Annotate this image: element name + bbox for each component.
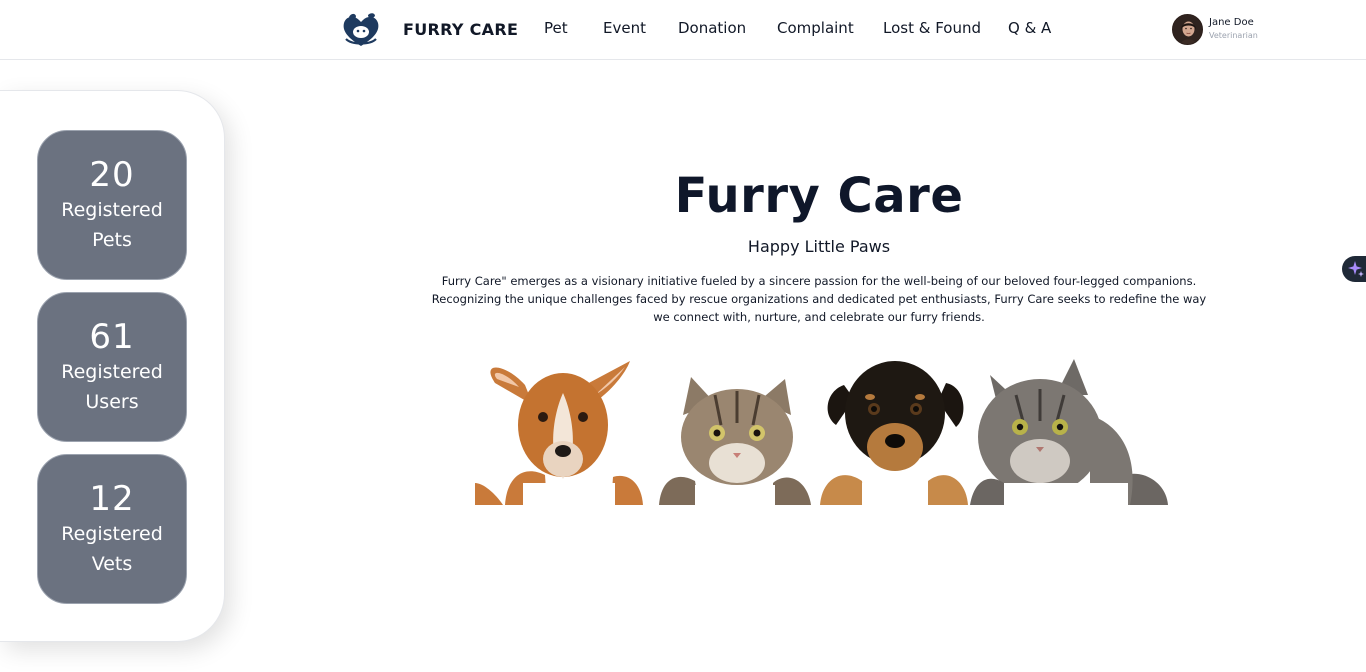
nav-event[interactable]: Event <box>603 19 646 37</box>
user-role: Veterinarian <box>1209 31 1258 40</box>
hero-subtitle: Happy Little Paws <box>747 237 891 256</box>
pet-heart-logo-icon <box>343 13 379 46</box>
grey-cat-image <box>970 359 1168 505</box>
stat-card-vets: 12 Registered Vets <box>37 454 187 604</box>
stat-label: Registered Pets <box>61 199 163 251</box>
stat-number: 20 <box>89 155 135 195</box>
stat-label: Registered Vets <box>61 523 163 575</box>
tabby-cat-image <box>659 377 811 505</box>
stat-number: 12 <box>89 479 135 519</box>
nav-pet[interactable]: Pet <box>544 19 568 37</box>
ai-assistant-button[interactable] <box>1342 256 1366 282</box>
sparkle-icon <box>1348 261 1364 277</box>
top-navbar: FURRY CARE Pet Event Donation Complaint … <box>0 0 1366 60</box>
hero-description: Furry Care" emerges as a visionary initi… <box>431 274 1207 324</box>
nav-complaint[interactable]: Complaint <box>777 19 854 37</box>
tan-dog-image <box>475 361 643 505</box>
brand-home-link[interactable]: FURRY CARE <box>340 12 518 48</box>
nav-donation[interactable]: Donation <box>678 19 746 37</box>
puppy-image <box>820 361 968 505</box>
stat-number: 61 <box>89 317 135 357</box>
stat-label: Registered Users <box>61 361 163 413</box>
brand-name: FURRY CARE <box>403 20 519 39</box>
stat-card-users: 61 Registered Users <box>37 292 187 442</box>
stat-card-pets: 20 Registered Pets <box>37 130 187 280</box>
nav-qa[interactable]: Q & A <box>1008 19 1051 37</box>
hero-title: Furry Care <box>674 168 964 224</box>
pets-banner-image <box>475 355 1170 505</box>
nav-lost-found[interactable]: Lost & Found <box>883 19 981 37</box>
user-name: Jane Doe <box>1209 17 1254 28</box>
user-avatar-icon <box>1172 14 1203 45</box>
stats-panel: 20 Registered Pets 61 Registered Users 1… <box>0 90 225 642</box>
